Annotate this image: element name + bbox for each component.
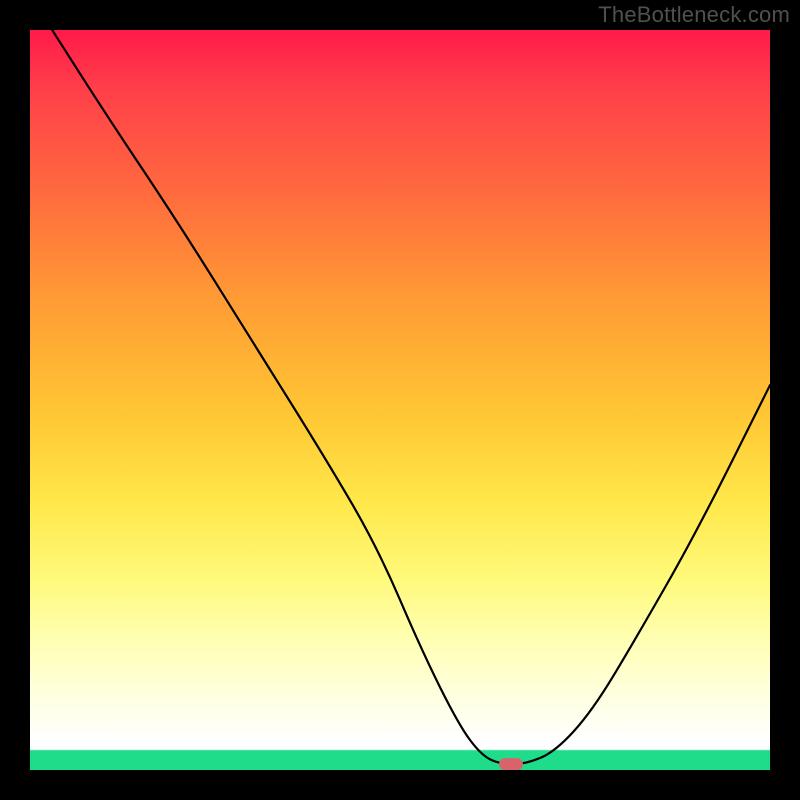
watermark-text: TheBottleneck.com xyxy=(598,2,790,28)
optimal-marker xyxy=(499,758,523,770)
plot-svg xyxy=(30,30,770,770)
bottleneck-curve xyxy=(52,30,770,764)
chart-frame: TheBottleneck.com xyxy=(0,0,800,800)
plot-area xyxy=(30,30,770,770)
